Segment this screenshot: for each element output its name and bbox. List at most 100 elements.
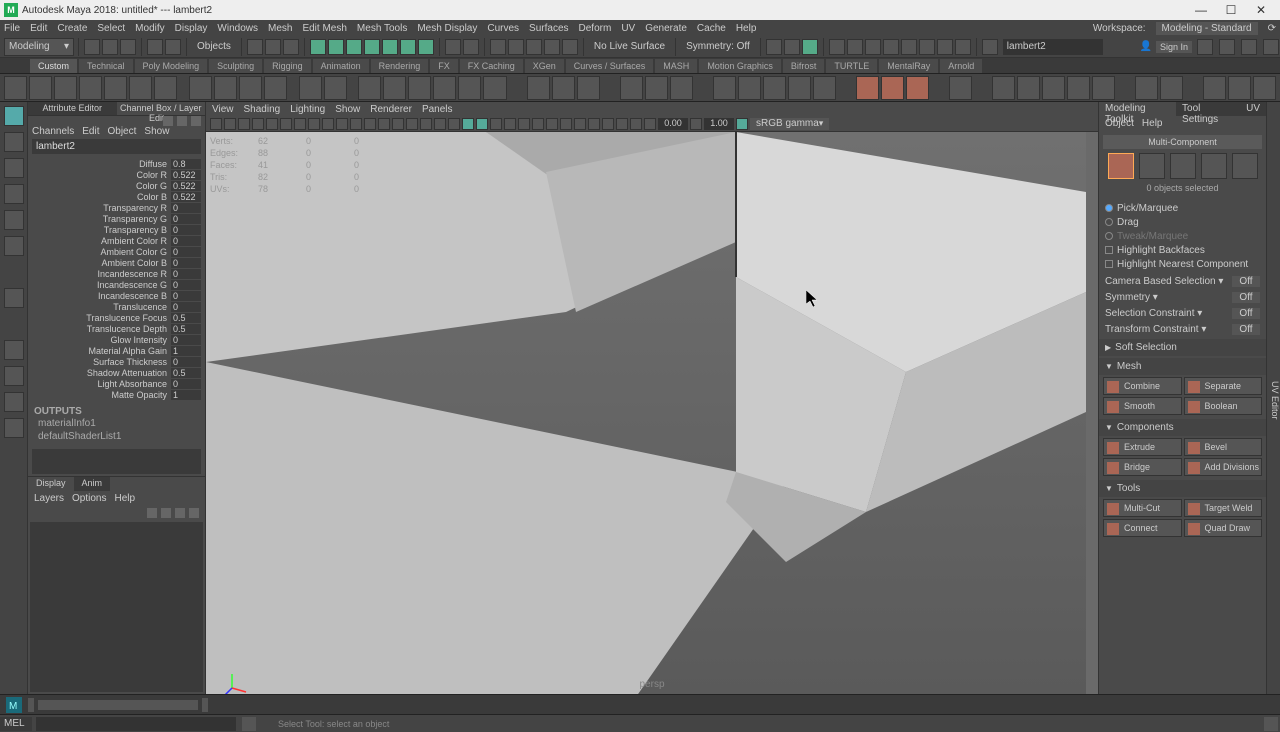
object-mode-button[interactable] (1108, 153, 1134, 179)
attr-value[interactable]: 0 (171, 302, 201, 312)
maximize-button[interactable]: ☐ (1216, 1, 1246, 19)
menu-mesh[interactable]: Mesh (268, 23, 292, 34)
attr-value[interactable]: 0.5 (171, 324, 201, 334)
shelf-button[interactable] (881, 76, 904, 100)
misc-button-1[interactable] (829, 39, 845, 55)
attr-value[interactable]: 0.522 (171, 170, 201, 180)
outliner-button[interactable] (4, 418, 24, 438)
shelf-button[interactable] (4, 76, 27, 100)
render-button[interactable] (766, 39, 782, 55)
vp-button[interactable] (434, 118, 446, 130)
vp-button[interactable] (420, 118, 432, 130)
shelf-button[interactable] (670, 76, 693, 100)
shelf-button[interactable] (856, 76, 879, 100)
components-section[interactable]: ▼Components (1099, 419, 1266, 436)
layer-icon[interactable] (175, 508, 185, 518)
layout-single[interactable] (4, 340, 24, 360)
menu-surfaces[interactable]: Surfaces (529, 23, 568, 34)
menu-uv[interactable]: UV (621, 23, 635, 34)
shelf-tab-bifrost[interactable]: Bifrost (783, 59, 825, 73)
snap-curves-button[interactable] (328, 39, 344, 55)
vp-button[interactable] (294, 118, 306, 130)
misc-button-6[interactable] (919, 39, 935, 55)
shelf-button[interactable] (483, 76, 506, 100)
menu-deform[interactable]: Deform (579, 23, 612, 34)
attr-value[interactable]: 0.522 (171, 181, 201, 191)
vp-button[interactable] (690, 118, 702, 130)
shelf-tab-mentalray[interactable]: MentalRay (879, 59, 938, 73)
misc-button-3[interactable] (865, 39, 881, 55)
lock-button[interactable] (445, 39, 461, 55)
attr-value[interactable]: 0 (171, 214, 201, 224)
vp-button[interactable] (616, 118, 628, 130)
vp-button[interactable] (476, 118, 488, 130)
shelf-button[interactable] (1067, 76, 1090, 100)
attr-value[interactable]: 0.5 (171, 313, 201, 323)
shelf-button[interactable] (1203, 76, 1226, 100)
cb-menu-show[interactable]: Show (144, 126, 169, 137)
undo-button[interactable] (147, 39, 163, 55)
vp-menu-view[interactable]: View (212, 104, 234, 115)
bevel-button[interactable]: Bevel (1184, 438, 1263, 456)
quad-draw-button[interactable]: Quad Draw (1184, 519, 1263, 537)
menu-curves[interactable]: Curves (487, 23, 519, 34)
tk-menu-help[interactable]: Help (1142, 118, 1163, 129)
vp-button[interactable] (322, 118, 334, 130)
shelf-button[interactable] (645, 76, 668, 100)
menu-windows[interactable]: Windows (217, 23, 258, 34)
cb-menu-channels[interactable]: Channels (32, 126, 74, 137)
select-tool[interactable] (4, 106, 24, 126)
shelf-tab-curves[interactable]: Curves / Surfaces (566, 59, 654, 73)
vp-button[interactable] (392, 118, 404, 130)
vp-button[interactable] (504, 118, 516, 130)
menu-display[interactable]: Display (175, 23, 208, 34)
ipr-button[interactable] (784, 39, 800, 55)
shelf-button[interactable] (1253, 76, 1276, 100)
snap-planes-button[interactable] (382, 39, 398, 55)
add-divisions-button[interactable]: Add Divisions (1184, 458, 1263, 476)
selection-option[interactable]: Highlight Backfaces (1105, 243, 1260, 257)
layout-two[interactable] (4, 392, 24, 412)
output-item[interactable]: defaultShaderList1 (34, 430, 199, 443)
rotate-tool[interactable] (4, 210, 24, 230)
menu-meshtools[interactable]: Mesh Tools (357, 23, 407, 34)
target-weld-button[interactable]: Target Weld (1184, 499, 1263, 517)
vp-button[interactable] (736, 118, 748, 130)
attr-value[interactable]: 0 (171, 247, 201, 257)
vp-button[interactable] (546, 118, 558, 130)
vp-button[interactable] (252, 118, 264, 130)
attr-value[interactable]: 0 (171, 280, 201, 290)
shelf-button[interactable] (1228, 76, 1251, 100)
history-button-2[interactable] (508, 39, 524, 55)
exposure-field[interactable]: 0.00 (658, 118, 688, 130)
range-slider[interactable] (38, 700, 198, 710)
cb-icon[interactable] (163, 116, 173, 126)
vp-menu-renderer[interactable]: Renderer (370, 104, 412, 115)
mesh-section[interactable]: ▼Mesh (1099, 358, 1266, 375)
bridge-button[interactable]: Bridge (1103, 458, 1182, 476)
extrude-button[interactable]: Extrude (1103, 438, 1182, 456)
misc-button-4[interactable] (883, 39, 899, 55)
menu-create[interactable]: Create (57, 23, 87, 34)
last-tool[interactable] (4, 288, 24, 308)
workspace-reset-icon[interactable]: ⟳ (1268, 23, 1276, 34)
attr-value[interactable]: 0.5 (171, 368, 201, 378)
shelf-button[interactable] (527, 76, 550, 100)
shelf-tab-motiongraphics[interactable]: Motion Graphics (699, 59, 781, 73)
viewport-3d[interactable]: Verts:6200Edges:8800Faces:4100Tris:8200U… (206, 132, 1098, 694)
multi-component-button[interactable]: Multi-Component (1103, 135, 1262, 149)
vp-menu-show[interactable]: Show (335, 104, 360, 115)
history-button-3[interactable] (526, 39, 542, 55)
vp-button[interactable] (308, 118, 320, 130)
menu-generate[interactable]: Generate (645, 23, 687, 34)
shelf-button[interactable] (577, 76, 600, 100)
shelf-tab-mash[interactable]: MASH (655, 59, 697, 73)
layer-icon[interactable] (189, 508, 199, 518)
color-space-dropdown[interactable]: sRGB gamma ▾ (750, 118, 829, 130)
menu-edit[interactable]: Edit (30, 23, 47, 34)
shelf-button[interactable] (239, 76, 262, 100)
layer-menu-help[interactable]: Help (114, 493, 135, 504)
select-by-component-button[interactable] (283, 39, 299, 55)
vp-button[interactable] (560, 118, 572, 130)
vp-button[interactable] (364, 118, 376, 130)
